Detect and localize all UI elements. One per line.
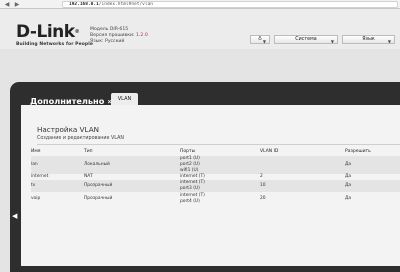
system-menu-button[interactable]: Система ▼ xyxy=(274,35,338,44)
vlan-port: port2 (U) xyxy=(180,162,200,167)
vlan-type: Прозрачный xyxy=(84,196,113,201)
column-header-ports[interactable]: Порты xyxy=(180,149,195,154)
vlan-id: 20 xyxy=(260,196,266,201)
page-subtitle: Создание и редактирование VLAN xyxy=(37,136,124,141)
vlan-type: NAT xyxy=(84,174,93,179)
vlan-port: port1 (U) xyxy=(180,156,200,161)
table-row[interactable]: tv Прозрачный internet (T) port3 (U) 10 … xyxy=(31,180,400,192)
vlan-enabled: Да xyxy=(345,196,352,201)
url-path: /index.html#net/vlan xyxy=(98,2,153,7)
forward-icon[interactable]: ▶ xyxy=(13,1,21,8)
header-controls: ♁ ▼ Система ▼ Язык ▼ xyxy=(250,35,395,44)
url-host: 192.168.0.1 xyxy=(69,2,99,7)
vlan-id: 10 xyxy=(260,183,266,188)
vlan-port: internet (T) xyxy=(180,174,205,179)
browser-address-bar: ◀ ▶ 192.168.0.1/index.html#net/vlan xyxy=(0,0,400,9)
vlan-id: 2 xyxy=(260,174,263,179)
content-area: Настройка VLAN Создание и редактирование… xyxy=(21,105,400,266)
divider xyxy=(37,144,400,145)
column-header-name[interactable]: Имя xyxy=(31,149,40,154)
language-label: Язык xyxy=(362,37,375,42)
chevron-down-icon: ▼ xyxy=(262,39,266,44)
vlan-type: Прозрачный xyxy=(84,183,113,188)
vlan-name: internet xyxy=(31,174,49,179)
vlan-name: tv xyxy=(31,183,36,188)
tab-vlan[interactable]: VLAN xyxy=(111,93,138,105)
chevron-down-icon: ▼ xyxy=(330,39,334,44)
vlan-port: port4 (U) xyxy=(180,199,200,204)
page-header: D-Link® Building Networks for People Мод… xyxy=(0,9,400,49)
table-row[interactable]: lan Локальный port1 (U) port2 (U) wifi1 … xyxy=(31,156,400,174)
language-menu-button[interactable]: Язык ▼ xyxy=(342,35,395,44)
hints-button[interactable]: ♁ ▼ xyxy=(250,35,270,44)
vlan-port: wifi1 (U) xyxy=(180,168,199,173)
lightbulb-icon: ♁ xyxy=(258,36,262,42)
firmware-version: 1.2.0 xyxy=(136,33,148,38)
vlan-enabled: Да xyxy=(345,183,352,188)
system-label: Система xyxy=(295,37,317,42)
vlan-name: lan xyxy=(31,162,38,167)
dlink-logo[interactable]: D-Link® Building Networks for People xyxy=(16,22,94,48)
vlan-enabled: Да xyxy=(345,162,352,167)
column-header-vlan-id[interactable]: VLAN ID xyxy=(260,149,278,154)
column-header-type[interactable]: Тип xyxy=(84,149,93,154)
page-title: Настройка VLAN xyxy=(37,125,99,134)
firmware-label: Версия прошивки: xyxy=(90,33,135,38)
url-field[interactable]: 192.168.0.1/index.html#net/vlan xyxy=(62,1,398,8)
vlan-port: internet (T) xyxy=(180,193,205,198)
logo-text: D-Link xyxy=(16,22,75,42)
back-icon[interactable]: ◀ xyxy=(3,1,11,8)
vlan-name: voip xyxy=(31,196,41,201)
vlan-type: Локальный xyxy=(84,162,110,167)
vlan-enabled: Да xyxy=(345,174,352,179)
chevron-down-icon: ▼ xyxy=(387,39,391,44)
column-header-enabled[interactable]: Разрешить xyxy=(345,149,371,154)
device-info: Модель DIR-615 Версия прошивки: 1.2.0 Яз… xyxy=(90,27,148,45)
vlan-port: internet (T) xyxy=(180,180,205,185)
language-line: Язык: Русский xyxy=(90,39,125,44)
collapse-arrow-icon[interactable]: ◀ xyxy=(12,212,17,220)
vlan-port: port3 (U) xyxy=(180,186,200,191)
logo-tagline: Building Networks for People xyxy=(16,42,94,47)
table-row[interactable]: voip Прозрачный internet (T) port4 (U) 2… xyxy=(31,193,400,205)
